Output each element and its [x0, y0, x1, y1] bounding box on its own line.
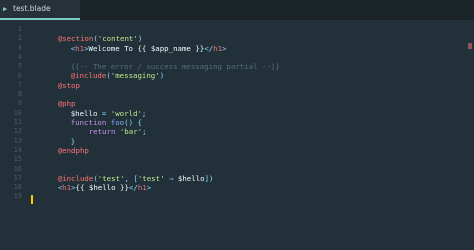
code-line-10: function foo() {: [44, 109, 142, 127]
line-number: 12: [13, 127, 22, 136]
code-token: $hello: [177, 173, 205, 183]
code-token: >: [222, 43, 227, 53]
code-area[interactable]: @section('content') <h1>Welcome To {{ $a…: [31, 21, 474, 250]
code-token: {{ $hello }}: [75, 183, 129, 193]
code-token: >: [146, 183, 152, 193]
code-token: ;: [141, 108, 147, 118]
line-number: 9: [17, 99, 22, 108]
line-number: 13: [13, 136, 22, 145]
code-token: h1: [75, 43, 85, 53]
code-line-17: <h1>{{ $hello }}</h1>: [31, 174, 151, 192]
line-number-gutter: 1 2 3 4 5 6 7 8 9 10 11 12 13 14 15 16 17 18 19: [0, 21, 22, 250]
tab-test-blade[interactable]: ▶ test.blade: [0, 0, 80, 20]
code-token: 'messaging': [110, 71, 160, 81]
code-token: {{ $app_name }}: [137, 43, 205, 53]
code-line-1: @section('content'): [31, 25, 143, 43]
line-number: 15: [13, 155, 22, 164]
line-number: 11: [13, 118, 22, 126]
text-cursor: [31, 195, 33, 204]
code-line-11: return 'bar';: [62, 118, 147, 136]
code-token: return: [88, 127, 116, 137]
code-line-2: <h1>Welcome To {{ $app_name }}</h1>: [44, 34, 227, 53]
line-number: 6: [17, 71, 22, 80]
code-token: ]): [204, 173, 214, 183]
file-icon: ▶: [3, 5, 8, 13]
code-token: </: [128, 183, 138, 193]
line-number: 7: [17, 80, 22, 89]
line-number: 14: [13, 145, 22, 154]
line-number: 3: [17, 43, 22, 52]
code-token: ;: [142, 127, 147, 137]
code-line-5: @include('messaging'): [44, 62, 164, 80]
line-number: 18: [13, 183, 22, 192]
code-token: ⇒: [164, 173, 178, 183]
code-editor[interactable]: 1 2 3 4 5 6 7 8 9 10 11 12 13 14 15 16 17 18 19 @section('…: [0, 21, 474, 250]
line-number: 19: [13, 192, 22, 201]
line-number: 17: [13, 173, 22, 182]
line-number: 8: [17, 90, 22, 99]
code-token: ): [159, 71, 165, 81]
code-line-12: }: [44, 127, 75, 146]
code-line-13: @endphp: [31, 137, 89, 155]
code-line-9: $hello = 'world';: [44, 99, 147, 118]
code-token: @endphp: [57, 145, 89, 155]
code-token: 'bar': [119, 127, 143, 137]
tab-bar: ▶ test.blade: [0, 0, 474, 21]
line-number: 2: [17, 34, 22, 43]
code-token: </: [204, 43, 214, 53]
code-token: h1: [137, 183, 147, 193]
code-token: @stop: [57, 80, 80, 90]
code-line-8: @php: [31, 90, 76, 108]
line-number: 1: [17, 25, 22, 33]
code-token: h1: [62, 183, 72, 193]
line-number: 16: [13, 164, 22, 173]
code-line-4: {{-- The error / success messaging parti…: [44, 53, 280, 71]
line-number: 4: [17, 52, 22, 61]
code-line-16: @include('test', ['test' ⇒ $hello]): [31, 165, 214, 183]
code-token: h1: [213, 43, 223, 53]
code-line-6: @stop: [31, 72, 80, 90]
tab-label: test.blade: [13, 4, 51, 13]
line-number: 5: [17, 62, 22, 71]
line-number: 10: [13, 108, 22, 117]
code-token: Welcome To: [88, 43, 138, 53]
